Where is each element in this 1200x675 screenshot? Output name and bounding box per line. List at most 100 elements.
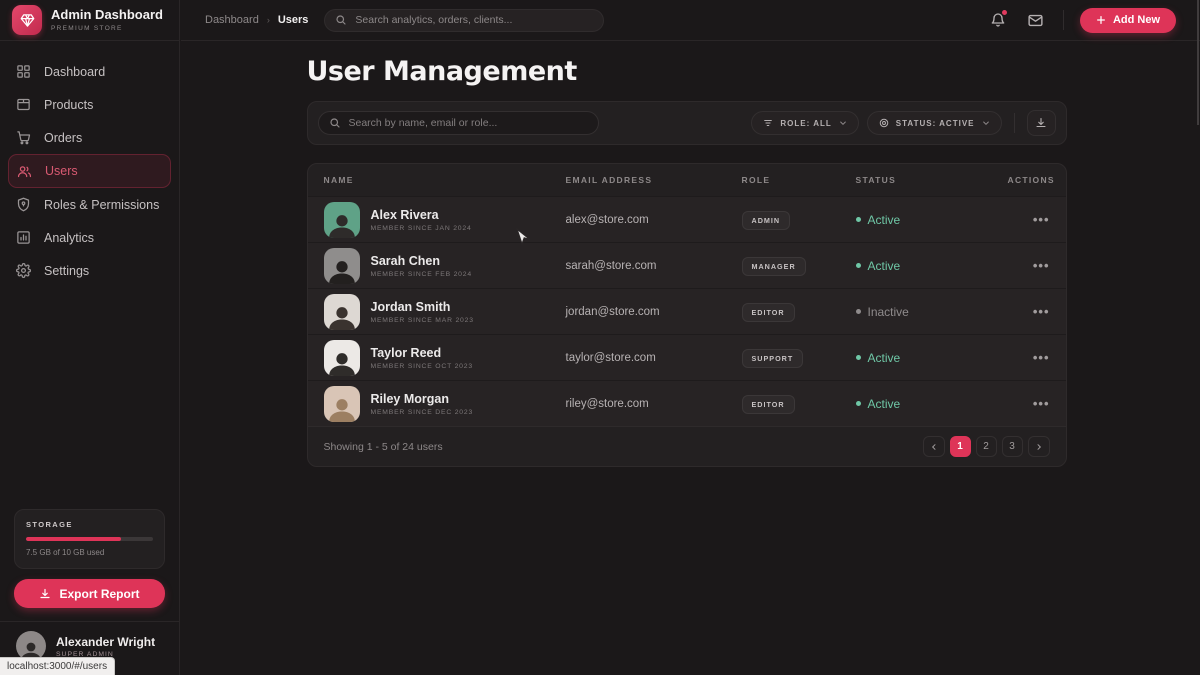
search-icon: [335, 14, 347, 26]
breadcrumb: Dashboard › Users: [205, 14, 308, 26]
brand-text: Admin Dashboard PREMIUM STORE: [51, 8, 163, 32]
status-badge: Active: [856, 351, 1008, 365]
row-actions-button[interactable]: •••: [1008, 304, 1050, 319]
storage-widget: STORAGE 7.5 GB of 10 GB used: [14, 509, 165, 569]
role-badge: SUPPORT: [742, 349, 804, 368]
filter-icon: [763, 118, 773, 128]
users-icon: [17, 163, 33, 179]
table-row[interactable]: Jordan Smith MEMBER SINCE MAR 2023 jorda…: [308, 288, 1066, 334]
global-search[interactable]: [324, 9, 604, 32]
avatar: [324, 202, 360, 238]
role-filter-button[interactable]: ROLE: ALL: [751, 111, 858, 135]
table-row[interactable]: Alex Rivera MEMBER SINCE JAN 2024 alex@s…: [308, 196, 1066, 242]
sidebar: Admin Dashboard PREMIUM STORE Dashboard …: [0, 0, 180, 675]
user-email: riley@store.com: [566, 398, 742, 410]
row-actions-button[interactable]: •••: [1008, 350, 1050, 365]
user-name: Riley Morgan: [371, 392, 474, 406]
profile-text: Alexander Wright SUPER ADMIN: [56, 635, 155, 658]
status-filter-label: STATUS: ACTIVE: [896, 119, 975, 128]
table-header-row: NAME EMAIL ADDRESS ROLE STATUS ACTIONS: [308, 164, 1066, 196]
scrollbar[interactable]: [1197, 0, 1199, 125]
page-button-2[interactable]: 2: [976, 436, 997, 457]
brand-title: Admin Dashboard: [51, 8, 163, 23]
column-header-email: EMAIL ADDRESS: [566, 175, 742, 185]
user-search[interactable]: [318, 111, 599, 135]
column-header-status: STATUS: [856, 175, 1008, 185]
avatar: [324, 294, 360, 330]
user-name: Jordan Smith: [371, 300, 474, 314]
sidebar-item-products[interactable]: Products: [0, 88, 179, 121]
user-email: sarah@store.com: [566, 260, 742, 272]
mail-icon: [1027, 12, 1044, 29]
pagination: 1 2 3: [923, 436, 1050, 457]
table-row[interactable]: Sarah Chen MEMBER SINCE FEB 2024 sarah@s…: [308, 242, 1066, 288]
column-header-name: NAME: [324, 175, 566, 185]
shield-icon: [16, 197, 32, 213]
breadcrumb-users: Users: [278, 14, 309, 26]
dashboard-icon: [16, 64, 32, 80]
export-report-label: Export Report: [59, 587, 139, 601]
topbar-actions: Add New: [987, 8, 1176, 33]
user-member-since: MEMBER SINCE DEC 2023: [371, 409, 474, 416]
download-icon: [1035, 117, 1047, 129]
column-header-actions: ACTIONS: [1008, 175, 1055, 185]
notification-badge: [1002, 10, 1007, 15]
table-row[interactable]: Riley Morgan MEMBER SINCE DEC 2023 riley…: [308, 380, 1066, 426]
prev-page-button[interactable]: [923, 436, 945, 457]
profile-name: Alexander Wright: [56, 635, 155, 649]
status-badge: Active: [856, 259, 1008, 273]
breadcrumb-dashboard[interactable]: Dashboard: [205, 14, 259, 26]
user-search-input[interactable]: [349, 117, 588, 129]
analytics-icon: [16, 230, 32, 246]
user-name: Alex Rivera: [371, 208, 472, 222]
download-button[interactable]: [1027, 110, 1056, 136]
role-badge: MANAGER: [742, 257, 806, 276]
row-actions-button[interactable]: •••: [1008, 212, 1050, 227]
users-table: NAME EMAIL ADDRESS ROLE STATUS ACTIONS A…: [307, 163, 1067, 467]
browser-status-url: localhost:3000/#/users: [0, 657, 115, 675]
topbar: Dashboard › Users Add New: [181, 0, 1200, 41]
sidebar-item-label: Users: [45, 164, 78, 178]
sidebar-item-label: Orders: [44, 131, 82, 145]
user-member-since: MEMBER SINCE MAR 2023: [371, 317, 474, 324]
sidebar-item-dashboard[interactable]: Dashboard: [0, 55, 179, 88]
user-name: Taylor Reed: [371, 346, 473, 360]
status-dot-icon: [856, 263, 861, 268]
add-new-button[interactable]: Add New: [1080, 8, 1176, 33]
export-report-button[interactable]: Export Report: [14, 579, 165, 608]
sidebar-item-label: Settings: [44, 264, 89, 278]
table-row[interactable]: Taylor Reed MEMBER SINCE OCT 2023 taylor…: [308, 334, 1066, 380]
status-filter-button[interactable]: STATUS: ACTIVE: [867, 111, 1002, 135]
gem-icon: [12, 5, 42, 35]
download-icon: [39, 588, 51, 600]
table-footer: Showing 1 - 5 of 24 users 1 2 3: [308, 426, 1066, 466]
sidebar-item-users[interactable]: Users: [8, 154, 171, 188]
page-button-1[interactable]: 1: [950, 436, 971, 457]
sidebar-item-roles-permissions[interactable]: Roles & Permissions: [0, 188, 179, 221]
notifications-button[interactable]: [987, 9, 1009, 31]
row-actions-button[interactable]: •••: [1008, 258, 1050, 273]
status-dot-icon: [856, 309, 861, 314]
messages-button[interactable]: [1025, 9, 1047, 31]
status-dot-icon: [856, 401, 861, 406]
page-button-3[interactable]: 3: [1002, 436, 1023, 457]
global-search-input[interactable]: [355, 14, 593, 26]
user-email: jordan@store.com: [566, 306, 742, 318]
status-dot-icon: [856, 355, 861, 360]
plus-icon: [1096, 15, 1106, 25]
sidebar-item-analytics[interactable]: Analytics: [0, 221, 179, 254]
app-window: Admin Dashboard PREMIUM STORE Dashboard …: [0, 0, 1200, 675]
storage-used-text: 7.5 GB of 10 GB used: [26, 548, 153, 557]
sidebar-item-orders[interactable]: Orders: [0, 121, 179, 154]
target-icon: [879, 118, 889, 128]
sidebar-item-settings[interactable]: Settings: [0, 254, 179, 287]
main-content: User Management ROLE: ALL STATUS: ACTIVE: [181, 41, 1200, 675]
sidebar-item-label: Dashboard: [44, 65, 105, 79]
role-badge: EDITOR: [742, 395, 795, 414]
row-actions-button[interactable]: •••: [1008, 396, 1050, 411]
storage-progress-track: [26, 537, 153, 541]
next-page-button[interactable]: [1028, 436, 1050, 457]
user-member-since: MEMBER SINCE FEB 2024: [371, 271, 472, 278]
divider: [1063, 10, 1064, 30]
column-header-role: ROLE: [742, 175, 856, 185]
